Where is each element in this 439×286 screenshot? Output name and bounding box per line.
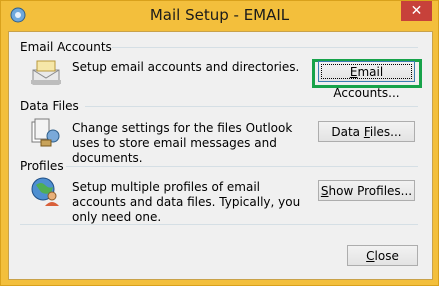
- window-close-button[interactable]: ✕: [401, 1, 432, 21]
- divider: [112, 47, 418, 48]
- email-accounts-icon: [31, 60, 61, 85]
- data-files-button[interactable]: Data Files...: [318, 121, 415, 142]
- button-label-accesskey: S: [320, 184, 329, 198]
- data-files-button-label: Data Files...: [331, 125, 401, 139]
- section-label-profiles: Profiles: [20, 159, 64, 173]
- email-accounts-button[interactable]: Email Accounts...: [318, 61, 415, 100]
- data-files-description: Change settings for the files Outlook us…: [72, 121, 293, 165]
- show-profiles-button[interactable]: Show Profiles...: [318, 180, 415, 201]
- button-label-post: iles...: [369, 125, 402, 139]
- email-accounts-button-label: Email Accounts...: [333, 65, 399, 100]
- profiles-description: Setup multiple profiles of email account…: [72, 180, 301, 224]
- profiles-icon: [31, 177, 59, 206]
- divider: [66, 166, 418, 167]
- button-label-post: mail Accounts...: [333, 65, 400, 100]
- divider: [85, 106, 418, 107]
- show-profiles-button-label: Show Profiles...: [321, 184, 412, 198]
- section-label-email-accounts: Email Accounts: [20, 40, 112, 54]
- window-title: Mail Setup - EMAIL: [149, 6, 290, 24]
- mail-setup-window: Mail Setup - EMAIL ✕ Email Accounts Setu…: [0, 0, 439, 286]
- title-bar[interactable]: Mail Setup - EMAIL ✕: [1, 1, 438, 31]
- section-label-data-files: Data Files: [20, 99, 79, 113]
- close-button[interactable]: Close: [347, 245, 418, 266]
- divider: [20, 224, 418, 225]
- button-label-pre: Data: [331, 125, 364, 139]
- button-label-accesskey: C: [366, 249, 375, 263]
- email-accounts-description: Setup email accounts and directories.: [72, 60, 300, 74]
- dialog-body: Email Accounts Setup email accounts and …: [8, 31, 433, 280]
- data-files-icon: [31, 118, 60, 147]
- button-label-post: how Profiles...: [328, 184, 413, 198]
- close-button-label: Close: [366, 249, 399, 263]
- button-label-post: lose: [374, 249, 399, 263]
